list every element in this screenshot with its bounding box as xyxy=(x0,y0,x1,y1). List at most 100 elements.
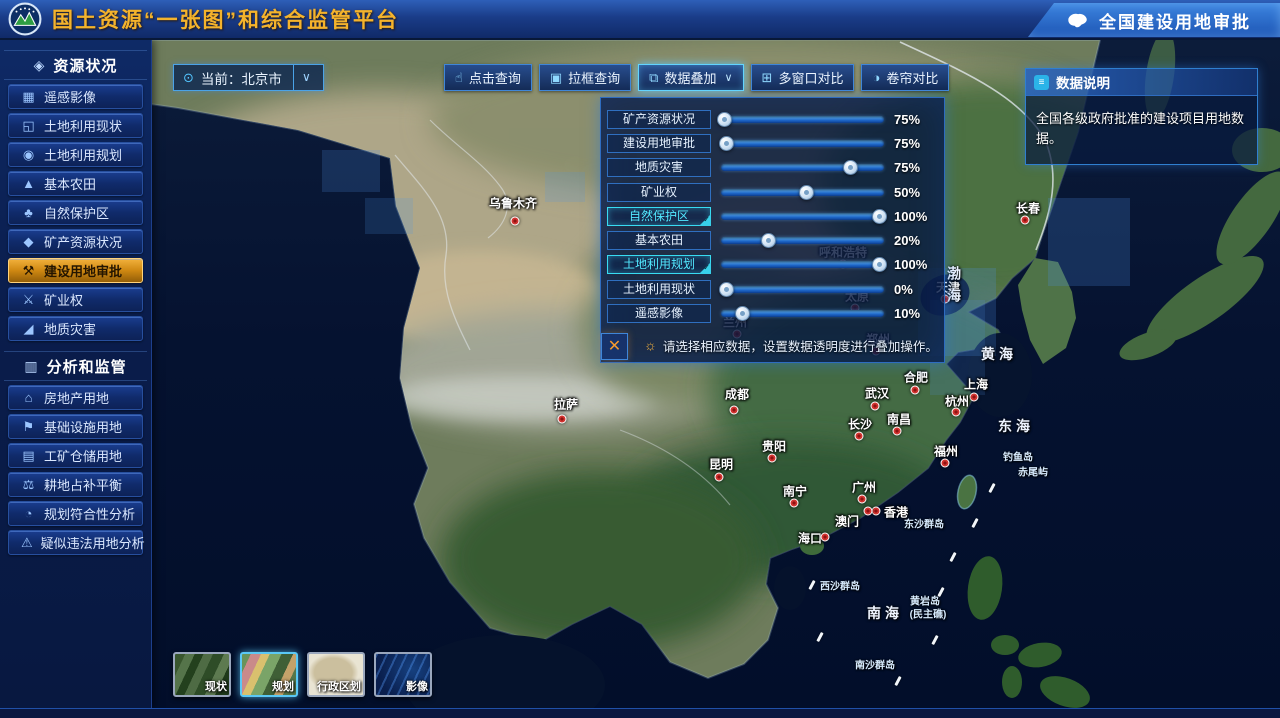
building-icon: ⌂ xyxy=(21,390,36,405)
sidebar-item-label: 地质灾害 xyxy=(44,319,96,338)
layer-row: 地质灾害75% xyxy=(601,156,944,180)
layer-opacity-slider-geo-hazard[interactable] xyxy=(721,160,884,175)
basemap-thumb-plan[interactable]: 规划 xyxy=(240,652,298,697)
road-icon: ⚑ xyxy=(21,419,36,435)
sidebar-item-mineral-status[interactable]: ◆矿产资源状况 xyxy=(8,229,143,254)
slider-handle[interactable] xyxy=(719,136,734,151)
sidebar-item-label: 疑似违法用地分析 xyxy=(41,533,145,552)
layer-opacity-slider-landuse-status[interactable] xyxy=(721,282,884,297)
layer-opacity-slider-construction-approval[interactable] xyxy=(721,136,884,151)
sidebar-item-label: 土地利用规划 xyxy=(44,145,122,164)
slider-handle[interactable] xyxy=(735,306,750,321)
analysis-section-icon: ▥ xyxy=(24,358,38,375)
slider-handle[interactable] xyxy=(872,257,887,272)
toolbar-button-data-overlay[interactable]: ⧉数据叠加∨ xyxy=(638,64,743,91)
basemap-thumb-imagery[interactable]: 影像 xyxy=(374,652,432,697)
sidebar-item-plan-compliance[interactable]: ◔规划符合性分析 xyxy=(8,501,143,526)
slider-handle[interactable] xyxy=(761,233,776,248)
layer-opacity-slider-mineral-status[interactable] xyxy=(721,112,884,127)
sidebar-item-farmland-balance[interactable]: ⚖耕地占补平衡 xyxy=(8,472,143,497)
layer-opacity-value: 0% xyxy=(894,282,936,297)
sidebar-item-label: 土地利用现状 xyxy=(44,116,122,135)
basemap-thumb-status[interactable]: 现状 xyxy=(173,652,231,697)
layer-toggle-nature-reserve[interactable]: 自然保护区✓ xyxy=(607,207,711,226)
toolbar-button-label: 卷帘对比 xyxy=(886,68,938,87)
china-map-icon xyxy=(1065,12,1089,29)
layers-panel: 矿产资源状况75%建设用地审批75%地质灾害75%矿业权50%自然保护区✓100… xyxy=(600,97,945,363)
sidebar-item-label: 矿业权 xyxy=(44,290,83,309)
close-button[interactable]: ✕ xyxy=(601,333,628,360)
layer-toggle-basic-farmland[interactable]: 基本农田 xyxy=(607,231,711,250)
sidebar-item-industrial-storage[interactable]: ▤工矿仓储用地 xyxy=(8,443,143,468)
toolbar: ⊙ 当前：北京市 ∨ ☝点击查询 ▣拉框查询 ⧉数据叠加∨ ⊞多窗口对比◑卷帘对比 xyxy=(173,64,949,91)
layer-opacity-value: 20% xyxy=(894,233,936,248)
warehouse-icon: ▤ xyxy=(21,448,36,464)
slider-track xyxy=(721,140,884,147)
slider-handle[interactable] xyxy=(799,185,814,200)
alert-icon: ⚠ xyxy=(21,535,33,551)
emblem-mountain-logo xyxy=(8,2,42,36)
module-badge: 全国建设用地审批 xyxy=(1028,3,1280,37)
layer-opacity-slider-remote-sensing[interactable] xyxy=(721,306,884,321)
sidebar-item-remote-sensing[interactable]: ▦遥感影像 xyxy=(8,84,143,109)
sidebar-item-landuse-plan[interactable]: ◉ 土地利用规划 xyxy=(8,142,143,167)
toolbar-button-box-query[interactable]: ▣拉框查询 xyxy=(539,64,631,91)
layer-toggle-landuse-status[interactable]: 土地利用现状 xyxy=(607,280,711,299)
layer-rows: 矿产资源状况75%建设用地审批75%地质灾害75%矿业权50%自然保护区✓100… xyxy=(601,98,944,326)
slider-handle[interactable] xyxy=(719,282,734,297)
layer-toggle-construction-approval[interactable]: 建设用地审批 xyxy=(607,134,711,153)
pin-icon: ◉ xyxy=(21,147,36,163)
layer-opacity-slider-nature-reserve[interactable] xyxy=(721,209,884,224)
sidebar-section-header: ▥分析和监管 xyxy=(4,351,147,381)
region-selector-label: 当前：北京市 xyxy=(201,68,282,88)
layer-row: 矿产资源状况75% xyxy=(601,107,944,131)
app-title: 国土资源“一张图”和综合监管平台 xyxy=(52,4,399,34)
layer-toggle-geo-hazard[interactable]: 地质灾害 xyxy=(607,158,711,177)
landuse-icon: ◱ xyxy=(21,118,36,134)
sidebar-item-label: 基础设施用地 xyxy=(44,417,122,436)
sidebar-item-geo-hazard[interactable]: ◢ 地质灾害 xyxy=(8,316,143,341)
region-selector[interactable]: ⊙ 当前：北京市 ∨ xyxy=(173,64,324,91)
layer-toggle-landuse-plan[interactable]: 土地利用规划 ✓ xyxy=(607,255,711,274)
slider-handle[interactable] xyxy=(843,160,858,175)
slider-handle[interactable] xyxy=(872,209,887,224)
landslide-icon: ◢ xyxy=(21,321,36,337)
layer-toggle-mineral-status[interactable]: 矿产资源状况 xyxy=(607,110,711,129)
sidebar-item-basic-farmland[interactable]: ▲基本农田 xyxy=(8,171,143,196)
check-icon: ✓ xyxy=(703,259,710,276)
slider-handle[interactable] xyxy=(717,112,732,127)
layer-toggle-mining-rights[interactable]: 矿业权 xyxy=(607,183,711,202)
clock-icon: ◔ xyxy=(21,506,36,521)
location-pin-icon: ⊙ xyxy=(183,70,194,86)
layer-toggle-label: 土地利用规划 xyxy=(623,257,695,271)
sidebar-item-construction-approval[interactable]: ⚒建设用地审批 xyxy=(8,258,143,283)
box-select-icon: ▣ xyxy=(550,70,562,86)
toolbar-button-multi-window[interactable]: ⊞多窗口对比 xyxy=(751,64,855,91)
layer-row: 基本农田 20% xyxy=(601,228,944,252)
layer-opacity-slider-mining-rights[interactable] xyxy=(721,185,884,200)
sidebar-item-label: 房地产用地 xyxy=(44,388,109,407)
layer-row: 自然保护区✓100% xyxy=(601,204,944,228)
sidebar-item-real-estate[interactable]: ⌂ 房地产用地 xyxy=(8,385,143,410)
sidebar-item-mining-rights[interactable]: ⚔矿业权 xyxy=(8,287,143,312)
toolbar-button-swipe-compare[interactable]: ◑卷帘对比 xyxy=(861,64,949,91)
basemap-thumb-label: 影像 xyxy=(406,678,428,694)
sidebar-item-label: 自然保护区 xyxy=(44,203,109,222)
slider-track xyxy=(721,164,884,171)
toolbar-button-click-query[interactable]: ☝点击查询 xyxy=(444,64,532,91)
chevron-down-icon[interactable]: ∨ xyxy=(293,65,319,90)
layer-toggle-remote-sensing[interactable]: 遥感影像 xyxy=(607,304,711,323)
sidebar-item-nature-reserve[interactable]: ♣自然保护区 xyxy=(8,200,143,225)
toolbar-button-label: 多窗口对比 xyxy=(778,68,843,87)
layer-toggle-label: 自然保护区 xyxy=(629,209,689,223)
basemap-thumb-label: 规划 xyxy=(272,678,294,694)
layer-opacity-slider-basic-farmland[interactable] xyxy=(721,233,884,248)
construction-icon: ⚒ xyxy=(21,263,36,279)
sidebar-item-illegal-landuse[interactable]: ⚠ 疑似违法用地分析 xyxy=(8,530,143,555)
data-note-panel: ≡ 数据说明 全国各级政府批准的建设项目用地数据。 xyxy=(1025,68,1258,165)
sidebar-item-infrastructure[interactable]: ⚑ 基础设施用地 xyxy=(8,414,143,439)
sidebar-item-landuse-status[interactable]: ◱ 土地利用现状 xyxy=(8,113,143,138)
layer-opacity-slider-landuse-plan[interactable] xyxy=(721,257,884,272)
slider-track xyxy=(721,286,884,293)
basemap-thumb-admin-divisions[interactable]: 行政区划 xyxy=(307,652,365,697)
